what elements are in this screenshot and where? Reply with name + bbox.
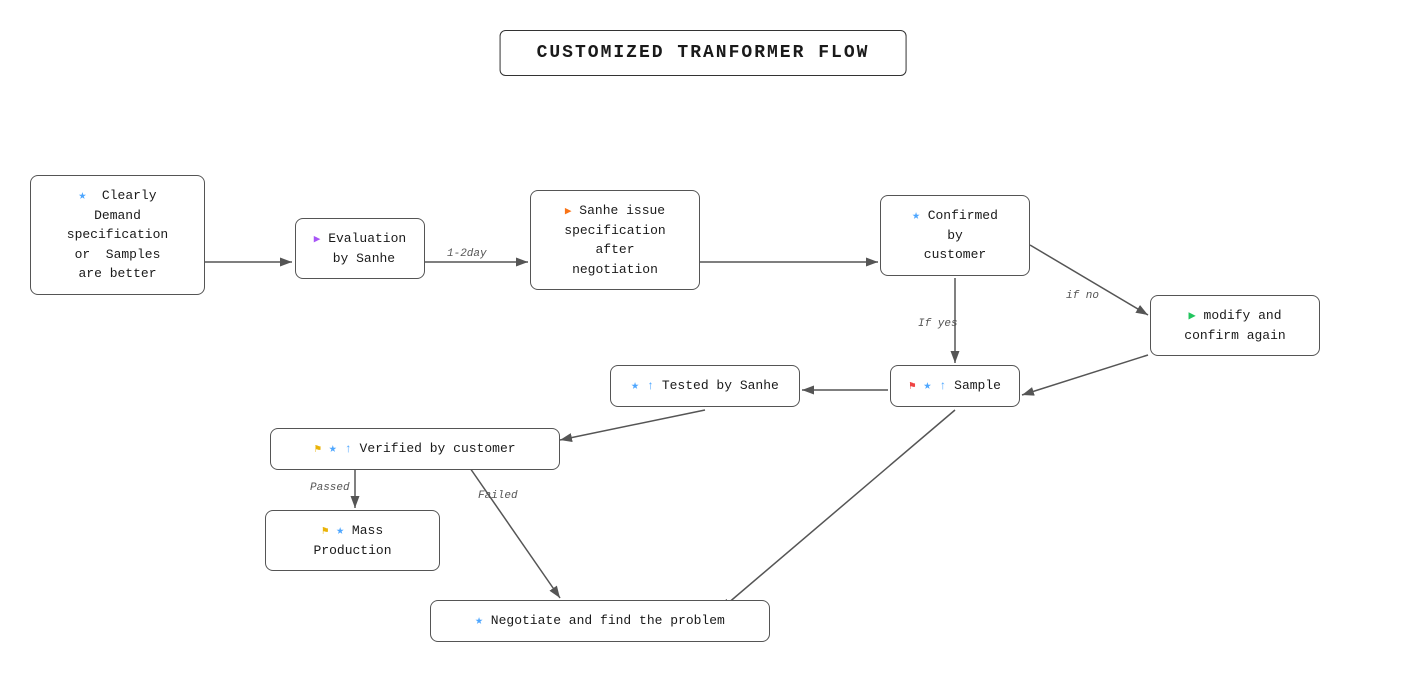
node-sanhe-issue: ▶ Sanhe issuespecificationafternegotiati… (530, 190, 700, 290)
star-icon-tested: ★ (631, 378, 639, 393)
arrow-icon-verified: ↑ (345, 442, 352, 456)
node-modify: ▶ modify andconfirm again (1150, 295, 1320, 356)
label-if-no: if no (1066, 290, 1099, 302)
arrow-icon-tested: ↑ (647, 379, 654, 393)
node-sanhe-text: Sanhe issuespecificationafternegotiation (564, 203, 665, 277)
node-sample-text: Sample (954, 378, 1001, 393)
star-icon-sample: ★ (923, 378, 931, 393)
node-sample: ⚑ ★ ↑ Sample (890, 365, 1020, 407)
node-negotiate: ★ Negotiate and find the problem (430, 600, 770, 642)
node-negotiate-text: Negotiate and find the problem (491, 613, 725, 628)
play-icon-modify: ▶ (1188, 309, 1195, 323)
node-confirmed: ★ Confirmedbycustomer (880, 195, 1030, 276)
star-icon-verified: ★ (329, 441, 337, 456)
play-icon-sanhe: ▶ (565, 206, 572, 218)
label-failed: Failed (478, 490, 518, 502)
node-tested-text: Tested by Sanhe (662, 378, 779, 393)
flag-icon-mass: ⚑ (322, 526, 329, 538)
star-icon-mass: ★ (336, 523, 344, 538)
node-modify-text: modify andconfirm again (1184, 308, 1285, 343)
star-icon-clearly: ★ (78, 188, 86, 203)
play-icon-eval: ▶ (314, 234, 321, 246)
node-verified-text: Verified by customer (360, 441, 516, 456)
star-icon-negotiate: ★ (475, 613, 483, 628)
label-passed: Passed (310, 482, 350, 494)
flow-container: CUSTOMIZED TRANFORMER FLOW 1-2day (0, 0, 1406, 683)
node-verified: ⚑ ★ ↑ Verified by customer (270, 428, 560, 470)
flag-icon-verified: ⚑ (314, 444, 321, 456)
title-text: CUSTOMIZED TRANFORMER FLOW (537, 43, 870, 63)
label-days: 1-2day (447, 248, 487, 260)
node-confirmed-text: Confirmedbycustomer (924, 208, 998, 262)
node-eval-text: Evaluation by Sanhe (325, 231, 406, 266)
node-mass: ⚑ ★ MassProduction (265, 510, 440, 571)
flag-icon-sample: ⚑ (909, 381, 916, 393)
label-if-yes: If yes (918, 318, 958, 330)
star-icon-confirmed: ★ (912, 208, 920, 223)
node-eval: ▶ Evaluation by Sanhe (295, 218, 425, 279)
node-clearly: ★ ClearlyDemandspecificationor Samplesar… (30, 175, 205, 295)
node-tested: ★ ↑ Tested by Sanhe (610, 365, 800, 407)
arrow-icon-sample: ↑ (939, 379, 946, 393)
title-box: CUSTOMIZED TRANFORMER FLOW (500, 30, 907, 76)
